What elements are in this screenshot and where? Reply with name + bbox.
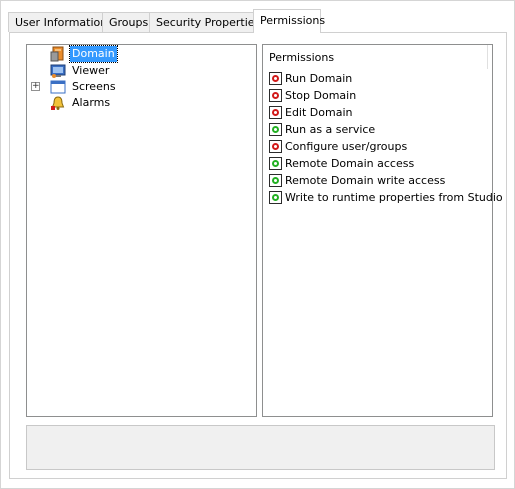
tree-item-label: Viewer <box>72 64 110 77</box>
tab-label: Security Properties <box>156 16 261 29</box>
tab-label: Groups <box>109 16 149 29</box>
denied-icon[interactable] <box>269 72 282 85</box>
permission-label: Remote Domain access <box>285 157 415 170</box>
screens-icon <box>50 79 66 95</box>
domain-icon <box>50 46 66 62</box>
permission-label: Run as a service <box>285 123 376 136</box>
permission-label: Edit Domain <box>285 106 353 119</box>
tab-security-properties[interactable]: Security Properties <box>149 12 268 32</box>
granted-icon[interactable] <box>269 123 282 136</box>
tab-label: User Information <box>15 16 108 29</box>
denied-icon[interactable] <box>269 89 282 102</box>
tab-groups[interactable]: Groups <box>102 12 156 32</box>
permissions-list: Permissions Run Domain Stop Domain Edit … <box>262 44 503 417</box>
alarm-bell-icon <box>50 95 66 111</box>
denied-icon[interactable] <box>269 106 282 119</box>
tree-item-label: Screens <box>72 80 116 93</box>
resource-tree[interactable]: Domain Viewer + Screens Alarms <box>26 44 257 417</box>
tree-item-label: Alarms <box>72 96 111 109</box>
permission-label: Run Domain <box>285 72 353 85</box>
permission-label: Configure user/groups <box>285 140 408 153</box>
permissions-header: Permissions <box>269 51 335 64</box>
tab-strip: User Information Groups Security Propert… <box>8 9 508 33</box>
permission-label: Write to runtime properties from Studio <box>285 191 503 204</box>
permission-label: Remote Domain write access <box>285 174 446 187</box>
description-area <box>26 425 495 470</box>
divider <box>487 45 488 69</box>
granted-icon[interactable] <box>269 157 282 170</box>
viewer-icon <box>50 63 66 79</box>
granted-icon[interactable] <box>269 174 282 187</box>
permissions-dialog: User Information Groups Security Propert… <box>0 0 515 489</box>
denied-icon[interactable] <box>269 140 282 153</box>
granted-icon[interactable] <box>269 191 282 204</box>
tab-permissions[interactable]: Permissions <box>253 9 325 33</box>
permission-label: Stop Domain <box>285 89 357 102</box>
tab-user-information[interactable]: User Information <box>8 12 115 32</box>
expand-toggle[interactable]: + <box>31 82 40 91</box>
tab-label: Permissions <box>260 14 326 27</box>
permissions-tab-panel: Domain Viewer + Screens Alarms Permissio… <box>9 32 507 479</box>
tree-item-label: Domain <box>69 45 118 63</box>
